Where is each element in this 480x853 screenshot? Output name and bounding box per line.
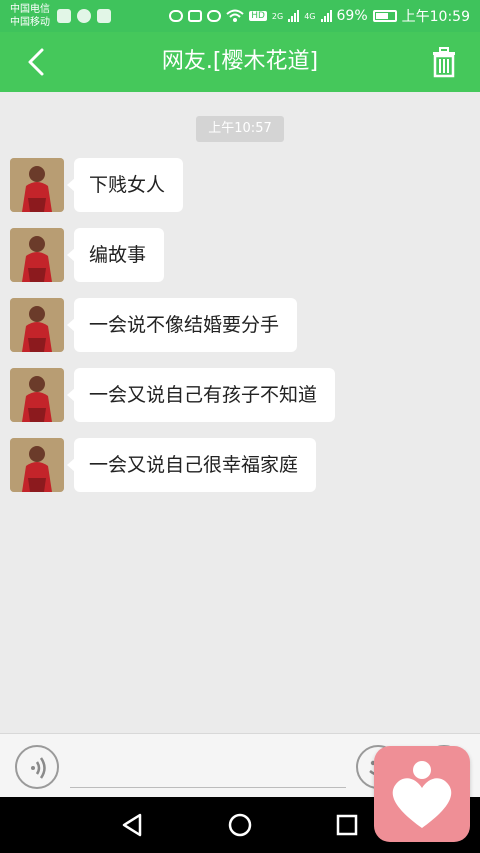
trash-icon[interactable]	[426, 44, 462, 80]
message-row: 编故事	[10, 228, 470, 284]
message-timestamp: 上午10:57	[196, 116, 284, 142]
chat-title: 网友.[樱木花道]	[161, 49, 319, 74]
wifi-icon	[226, 9, 244, 22]
message-bubble[interactable]: 编故事	[66, 228, 165, 282]
network-4g: 4G	[304, 11, 316, 21]
message-bubble[interactable]: 一会又说自己有孩子不知道	[66, 368, 336, 422]
message-bubble[interactable]: 一会说不像结婚要分手	[66, 298, 298, 352]
carrier-info: 中国电信 中国移动	[10, 3, 50, 29]
battery-icon	[372, 10, 397, 22]
battery-percent: 69%	[336, 8, 368, 24]
floating-app-button[interactable]	[374, 746, 470, 842]
notification-icons	[57, 9, 111, 23]
avatar[interactable]	[10, 368, 64, 422]
carrier-2: 中国移动	[10, 17, 50, 28]
wechat-icon	[77, 9, 91, 23]
voice-button[interactable]	[15, 745, 59, 789]
vibrate-icon	[188, 10, 203, 22]
message-row: 一会又说自己很幸福家庭	[10, 438, 470, 494]
app-icon	[97, 9, 111, 23]
heart-person-icon	[392, 761, 452, 828]
signal-icon-2	[320, 10, 332, 22]
message-bubble[interactable]: 一会又说自己很幸福家庭	[66, 438, 317, 492]
carrier-1: 中国电信	[10, 4, 50, 15]
headphones-icon	[169, 10, 184, 22]
triangle-back-icon[interactable]	[118, 811, 146, 839]
square-recents-icon[interactable]	[333, 811, 361, 839]
message-row: 下贱女人	[10, 158, 470, 214]
avatar[interactable]	[10, 438, 64, 492]
avatar[interactable]	[10, 228, 64, 282]
shield-icon	[57, 9, 71, 23]
message-input[interactable]	[70, 748, 346, 788]
message-list[interactable]: 上午10:57 下贱女人 编故事 一会说不像结婚要分手 一会又说自己有孩子不知道…	[0, 92, 480, 733]
network-2g: 2G	[271, 11, 284, 21]
avatar[interactable]	[10, 298, 64, 352]
status-icons: HD 2G 4G 69% 上午10:59	[169, 6, 470, 26]
message-row: 一会又说自己有孩子不知道	[10, 368, 470, 424]
status-bar: 中国电信 中国移动 HD 2G 4G 69% 上午10:59	[0, 0, 480, 32]
signal-icon	[288, 10, 300, 22]
clock: 上午10:59	[401, 9, 470, 25]
avatar[interactable]	[10, 158, 64, 212]
circle-home-icon[interactable]	[226, 811, 254, 839]
title-bar: 网友.[樱木花道]	[0, 32, 480, 92]
message-bubble[interactable]: 下贱女人	[66, 158, 184, 212]
message-row: 一会说不像结婚要分手	[10, 298, 470, 354]
voice-icon	[31, 757, 46, 779]
hd-badge: HD	[249, 11, 267, 21]
alarm-icon	[207, 10, 222, 22]
